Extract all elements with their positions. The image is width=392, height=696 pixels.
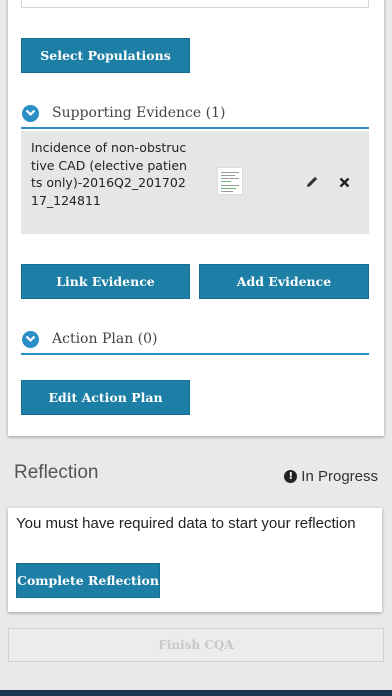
- add-evidence-button[interactable]: Add Evidence: [199, 264, 369, 299]
- reflection-card: You must have required data to start you…: [8, 508, 382, 612]
- top-field[interactable]: [21, 0, 369, 8]
- evidence-item: Incidence of non-obstructive CAD (electi…: [21, 131, 369, 234]
- chevron-down-icon[interactable]: [22, 330, 39, 348]
- evidence-thumbnail[interactable]: [217, 167, 243, 195]
- evidence-name: Incidence of non-obstructive CAD (electi…: [31, 140, 187, 208]
- complete-reflection-button[interactable]: Complete Reflection: [16, 563, 160, 598]
- info-icon: !: [284, 470, 298, 483]
- select-populations-button[interactable]: Select Populations: [21, 38, 190, 73]
- action-plan-title: Action Plan (0): [52, 331, 158, 347]
- finish-cqa-button[interactable]: Finish CQA: [8, 628, 384, 662]
- bottom-bar: [0, 690, 392, 696]
- supporting-evidence-header[interactable]: Supporting Evidence (1): [21, 99, 369, 129]
- chevron-down-icon[interactable]: [22, 104, 39, 122]
- edit-action-plan-button[interactable]: Edit Action Plan: [21, 380, 190, 415]
- link-evidence-button[interactable]: Link Evidence: [21, 264, 190, 299]
- close-icon[interactable]: [336, 174, 352, 190]
- action-plan-header[interactable]: Action Plan (0): [21, 325, 369, 355]
- supporting-evidence-title: Supporting Evidence (1): [52, 105, 226, 121]
- status-badge: ! In Progress: [284, 468, 378, 485]
- status-text: In Progress: [301, 468, 378, 485]
- pencil-icon[interactable]: [304, 174, 320, 190]
- reflection-message: You must have required data to start you…: [16, 515, 356, 532]
- reflection-title: Reflection: [14, 462, 99, 483]
